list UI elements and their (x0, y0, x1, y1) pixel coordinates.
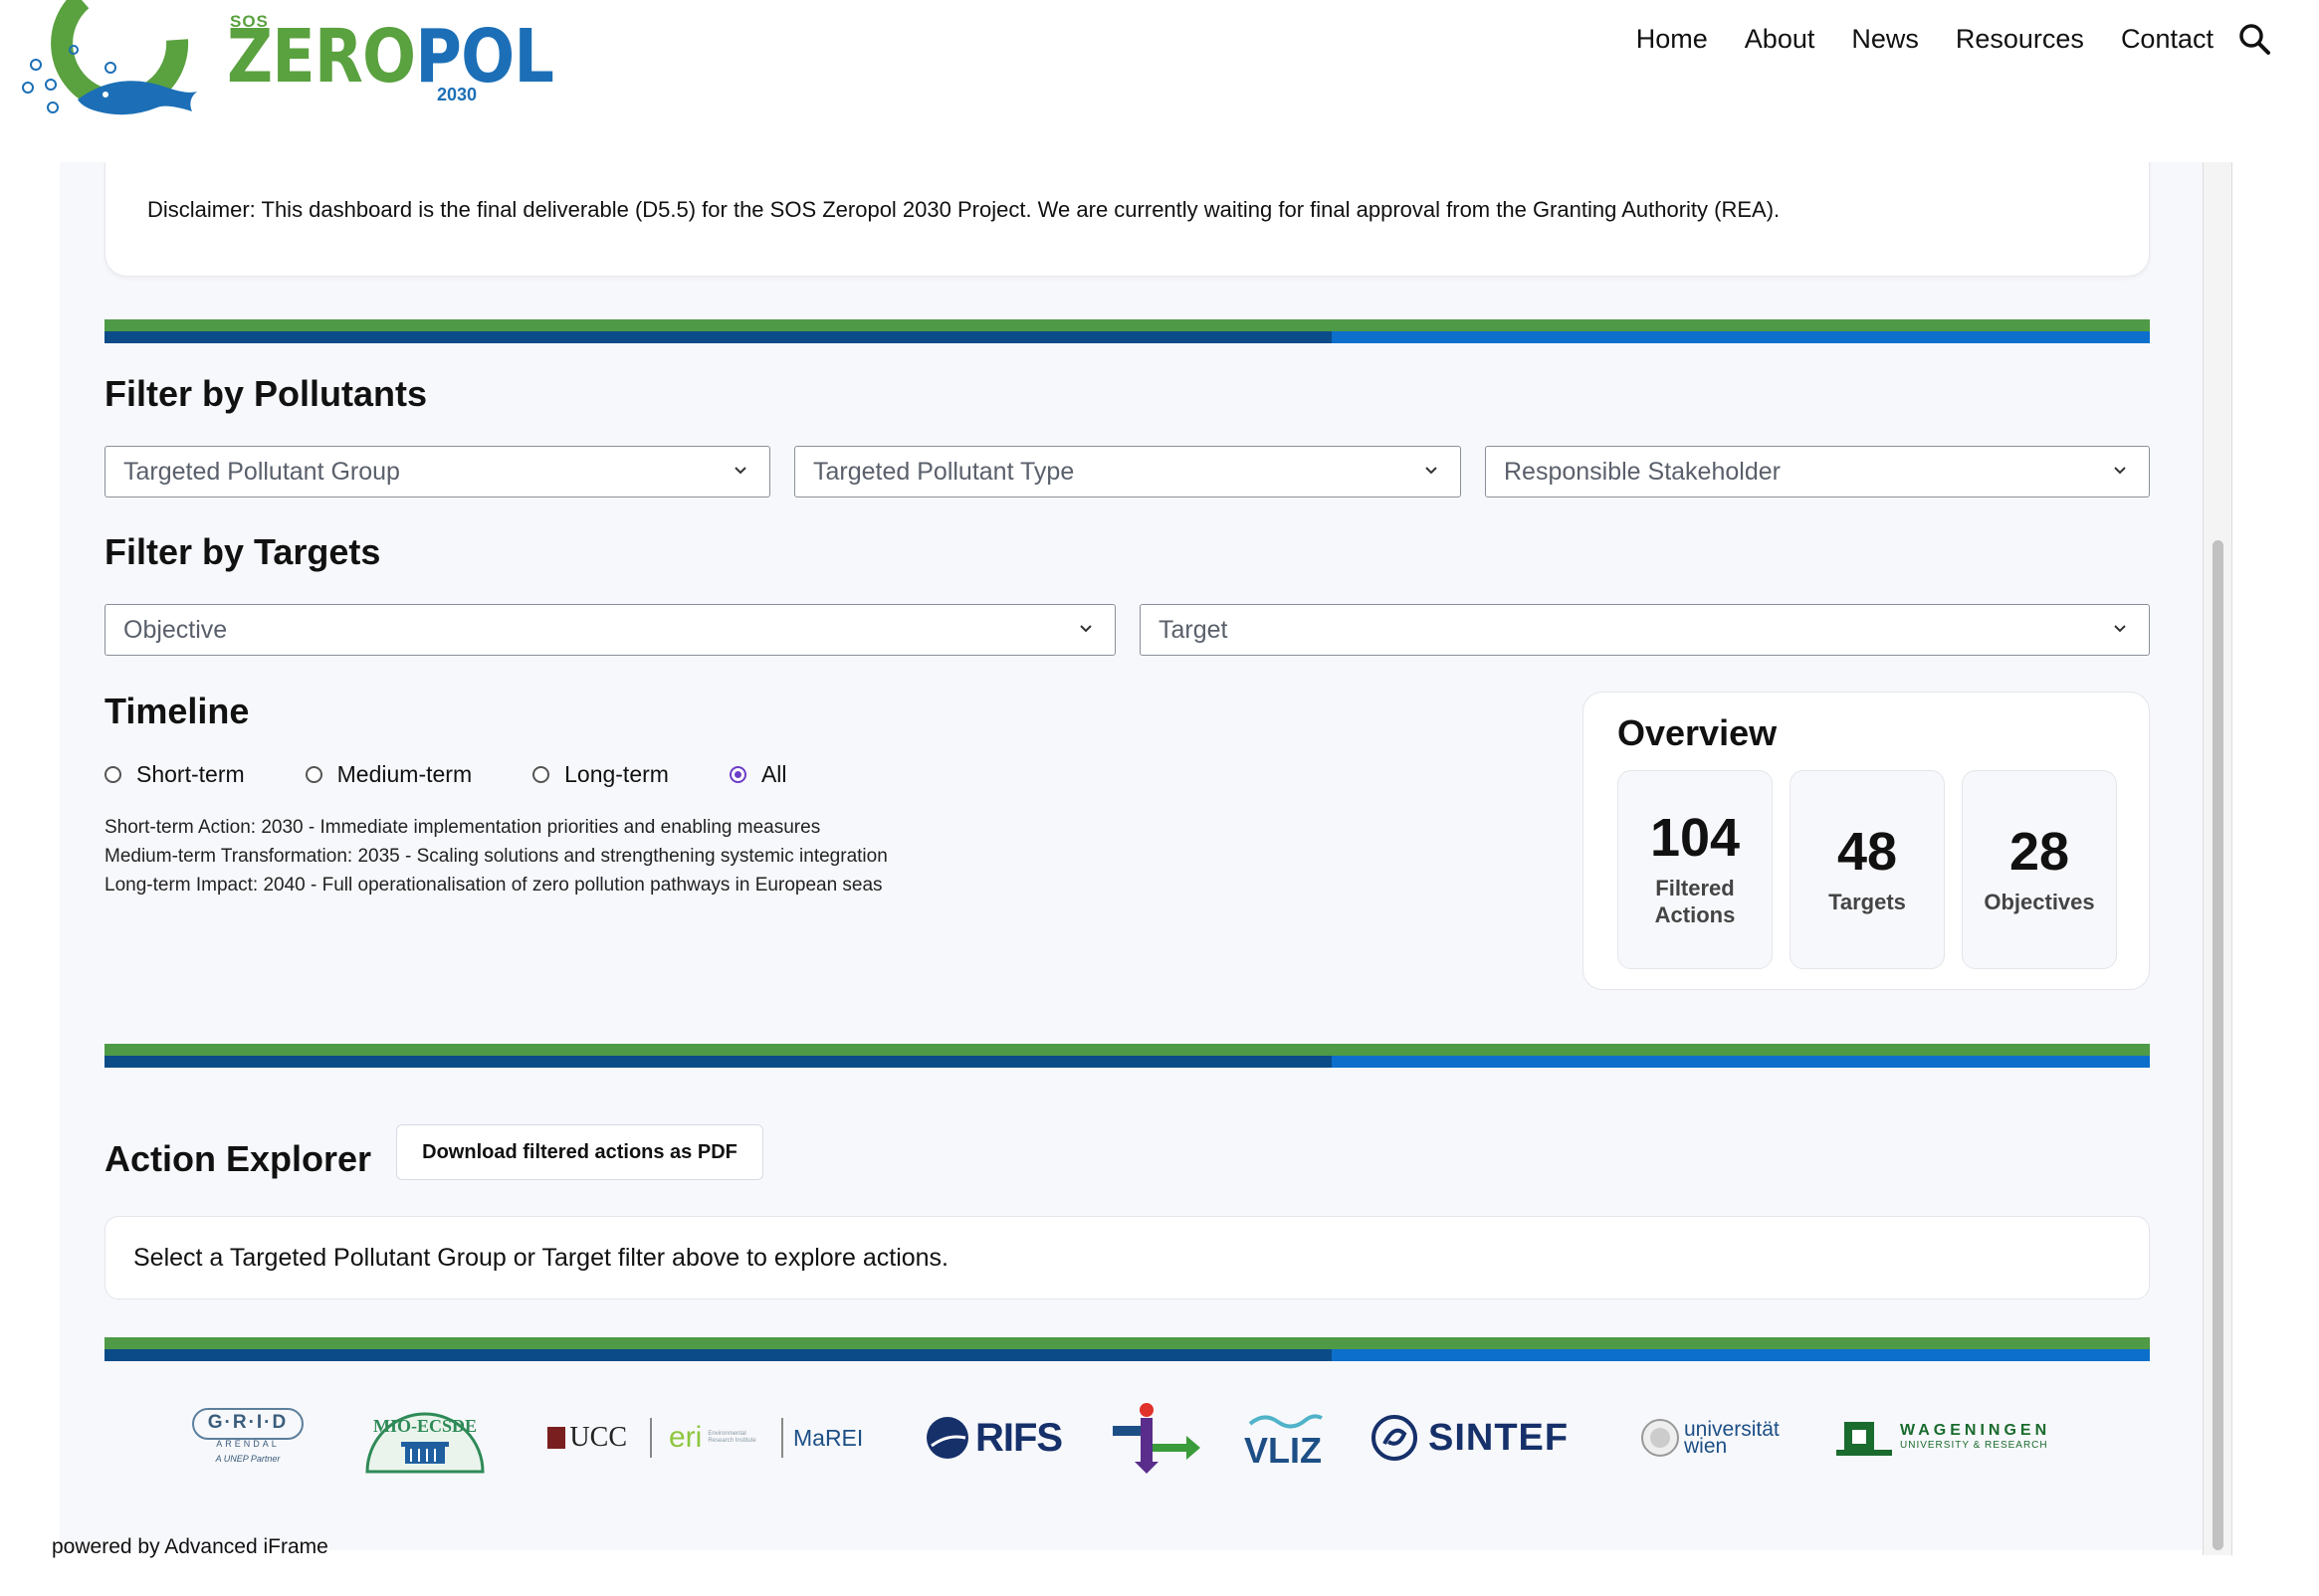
partner-ucc-logo[interactable]: UCC (547, 1398, 627, 1478)
target-select[interactable]: Target (1140, 604, 2150, 656)
nav-home[interactable]: Home (1636, 24, 1708, 55)
stat-label: Objectives (1984, 890, 2095, 914)
chevron-down-icon (2114, 467, 2126, 475)
partner-grid-arendal-logo[interactable]: G·R·I·D ARENDAL A UNEP Partner (192, 1398, 310, 1478)
section-divider (105, 1044, 2150, 1068)
chevron-down-icon (2114, 625, 2126, 633)
filter-targets-heading: Filter by Targets (105, 531, 381, 572)
logo-year: 2030 (437, 85, 478, 104)
stat-label: Filtered Actions (1654, 876, 1736, 927)
download-pdf-button[interactable]: Download filtered actions as PDF (396, 1124, 763, 1180)
action-explorer-panel: Select a Targeted Pollutant Group or Tar… (105, 1216, 2150, 1299)
timeline-short-desc: Short-term Action: 2030 - Immediate impl… (105, 817, 821, 838)
partner-separator (781, 1418, 783, 1458)
target-placeholder: Target (1159, 616, 1228, 644)
partner-wur-logo[interactable]: WAGENINGEN UNIVERSITY & RESEARCH (1834, 1398, 2073, 1478)
chevron-down-icon (1080, 625, 1092, 633)
radio-medium-term[interactable]: Medium-term (305, 761, 472, 788)
radio-all[interactable]: All (729, 761, 787, 788)
partner-univie-logo[interactable]: universität wien (1640, 1398, 1780, 1478)
stat-objectives: 28 Objectives (1962, 770, 2117, 969)
action-explorer-heading: Action Explorer (105, 1138, 372, 1179)
partner-sintef-logo[interactable]: SINTEF (1370, 1398, 1589, 1478)
radio-short-term[interactable]: Short-term (105, 761, 245, 788)
timeline-description: Short-term Action: 2030 - Immediate impl… (105, 813, 888, 899)
disclaimer-text: Disclaimer: This dashboard is the final … (147, 197, 1781, 222)
overview-title: Overview (1617, 712, 1778, 753)
stat-value: 48 (1836, 822, 1898, 882)
svg-text:MIO-ECSDE: MIO-ECSDE (373, 1416, 477, 1436)
explorer-empty-message: Select a Targeted Pollutant Group or Tar… (133, 1244, 949, 1272)
timeline-heading: Timeline (105, 691, 250, 731)
timeline-long-desc: Long-term Impact: 2040 - Full operationa… (105, 875, 883, 896)
radio-button[interactable] (105, 766, 121, 783)
nav-contact[interactable]: Contact (2121, 24, 2214, 55)
radio-button[interactable] (532, 766, 550, 783)
partner-eri-logo[interactable]: eri Environmental Research Institute (669, 1398, 778, 1478)
zeropol-logo[interactable]: SOS ZEROPOL 2030 (18, 0, 554, 124)
stakeholder-select[interactable]: Responsible Stakeholder (1485, 446, 2150, 498)
site-header: SOS ZEROPOL 2030 Home About News Resourc… (0, 0, 2319, 162)
stakeholder-placeholder: Responsible Stakeholder (1504, 458, 1781, 486)
scrollbar-thumb[interactable] (2213, 540, 2223, 1550)
radio-button[interactable] (305, 766, 322, 783)
objective-select[interactable]: Objective (105, 604, 1116, 656)
pollutant-type-select[interactable]: Targeted Pollutant Type (794, 446, 1461, 498)
nav-resources[interactable]: Resources (1956, 24, 2084, 55)
overview-card: Overview 104 Filtered Actions 48 Targets… (1582, 692, 2150, 990)
stat-filtered-actions: 104 Filtered Actions (1617, 770, 1773, 969)
objective-placeholder: Objective (123, 616, 228, 644)
filter-pollutants-heading: Filter by Pollutants (105, 373, 428, 414)
pollutant-group-placeholder: Targeted Pollutant Group (123, 458, 400, 486)
stat-value: 104 (1649, 808, 1741, 868)
powered-by-text: powered by Advanced iFrame (52, 1535, 328, 1558)
partner-rifs-logo[interactable]: RIFS (926, 1398, 1065, 1478)
partner-mio-ecsde-logo[interactable]: MIO-ECSDE (361, 1398, 489, 1478)
section-divider (105, 319, 2150, 343)
timeline-medium-desc: Medium-term Transformation: 2035 - Scali… (105, 846, 888, 867)
partner-hub-logo[interactable] (1107, 1398, 1202, 1478)
logo-whale-icon (22, 0, 197, 115)
partner-marei-logo[interactable]: MaREI (793, 1398, 883, 1478)
disclaimer-card: Disclaimer: This dashboard is the final … (105, 149, 2150, 277)
partner-separator (650, 1418, 652, 1458)
radio-button-selected[interactable] (729, 766, 746, 783)
nav-news[interactable]: News (1851, 24, 1919, 55)
stat-label: Targets (1828, 890, 1906, 914)
chevron-down-icon (735, 467, 746, 475)
frame-scrollbar[interactable] (2203, 162, 2232, 1555)
main-nav: Home About News Resources Contact (1599, 22, 2271, 56)
stat-targets: 48 Targets (1790, 770, 1945, 969)
pollutant-type-placeholder: Targeted Pollutant Type (813, 458, 1075, 486)
partner-logos: G·R·I·D ARENDAL A UNEP Partner MIO-ECSDE… (105, 1398, 2150, 1478)
nav-about[interactable]: About (1745, 24, 1815, 55)
pollutant-group-select[interactable]: Targeted Pollutant Group (105, 446, 770, 498)
section-divider (105, 1337, 2150, 1361)
stat-value: 28 (2008, 822, 2070, 882)
radio-long-term[interactable]: Long-term (532, 761, 669, 788)
logo-wordmark: ZEROPOL (227, 14, 554, 100)
chevron-down-icon (1425, 467, 1437, 475)
timeline-radio-group: Short-term Medium-term Long-term All (105, 761, 848, 788)
search-icon[interactable] (2237, 22, 2271, 56)
partner-vliz-logo[interactable]: VLIZ (1242, 1398, 1328, 1478)
